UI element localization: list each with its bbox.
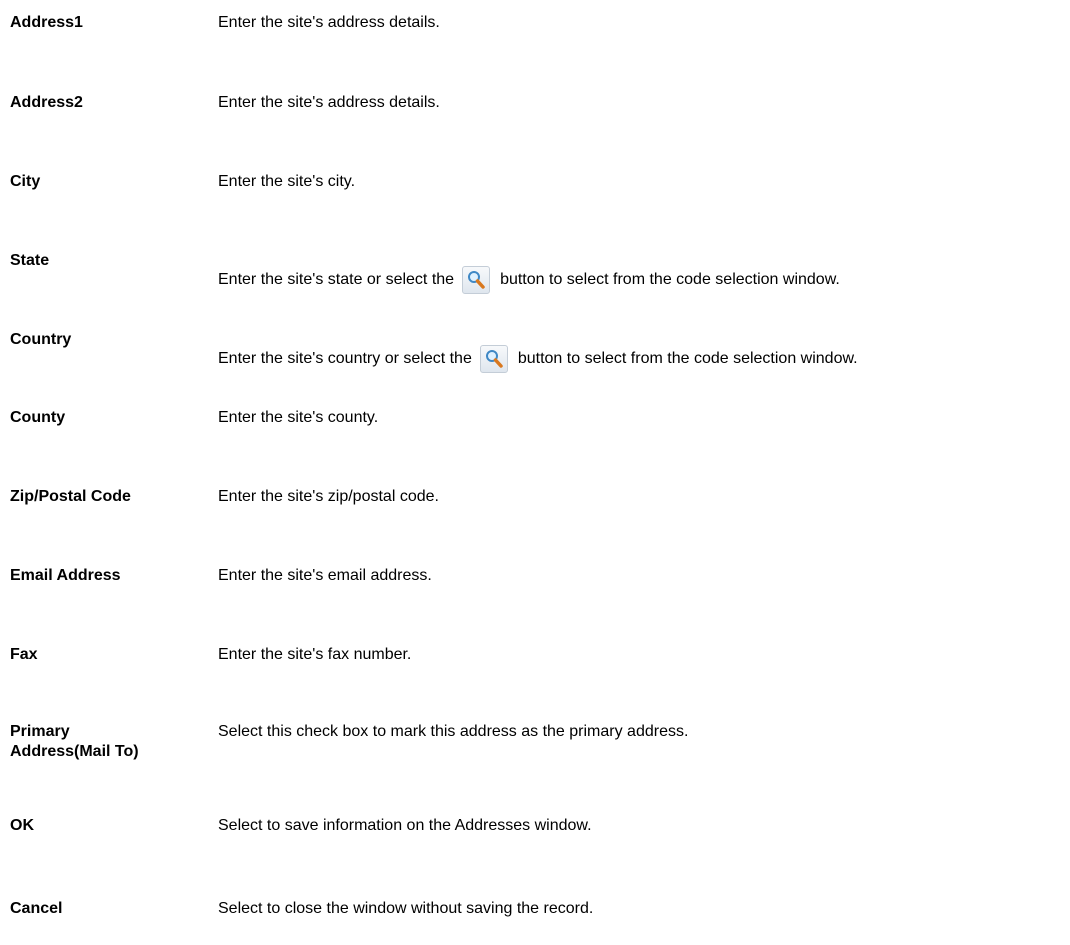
- field-description-city: Enter the site's city.: [218, 173, 356, 190]
- field-description-state: Enter the site's state or select the butt…: [218, 265, 840, 295]
- magnifier-icon: [479, 344, 508, 373]
- country-description-after: button to select from the code selection…: [517, 350, 858, 367]
- field-term-email: Email Address: [10, 567, 121, 584]
- primary-term-line1: Primary: [10, 723, 70, 740]
- field-term-address2: Address2: [10, 94, 83, 111]
- field-term-primary-address: Primary Address(Mail To): [10, 722, 200, 762]
- field-term-country: Country: [10, 331, 72, 348]
- field-description-email: Enter the site's email address.: [218, 567, 432, 584]
- field-term-ok: OK: [10, 817, 34, 834]
- field-description-country: Enter the site's country or select the bu…: [218, 344, 858, 374]
- field-term-state: State: [10, 252, 50, 269]
- field-description-fax: Enter the site's fax number.: [218, 646, 412, 663]
- field-term-county: County: [10, 409, 66, 426]
- field-description-address2: Enter the site's address details.: [218, 94, 440, 111]
- field-term-zip: Zip/Postal Code: [10, 488, 131, 505]
- field-description-address1: Enter the site's address details.: [218, 14, 440, 31]
- field-description-county: Enter the site's county.: [218, 409, 379, 426]
- field-description-cancel: Select to close the window without savin…: [218, 900, 594, 917]
- field-term-cancel: Cancel: [10, 900, 63, 917]
- field-description-zip: Enter the site's zip/postal code.: [218, 488, 439, 505]
- field-term-city: City: [10, 173, 41, 190]
- field-description-primary-address: Select this check box to mark this addre…: [218, 723, 689, 740]
- primary-term-line2: Address(Mail To): [10, 743, 139, 760]
- state-description-before: Enter the site's state or select the: [218, 271, 455, 288]
- field-description-ok: Select to save information on the Addres…: [218, 817, 592, 834]
- state-description-after: button to select from the code selection…: [500, 271, 840, 288]
- field-term-fax: Fax: [10, 646, 38, 663]
- field-term-address1: Address1: [10, 14, 83, 31]
- country-description-before: Enter the site's country or select the: [218, 350, 472, 367]
- magnifier-icon: [462, 265, 491, 294]
